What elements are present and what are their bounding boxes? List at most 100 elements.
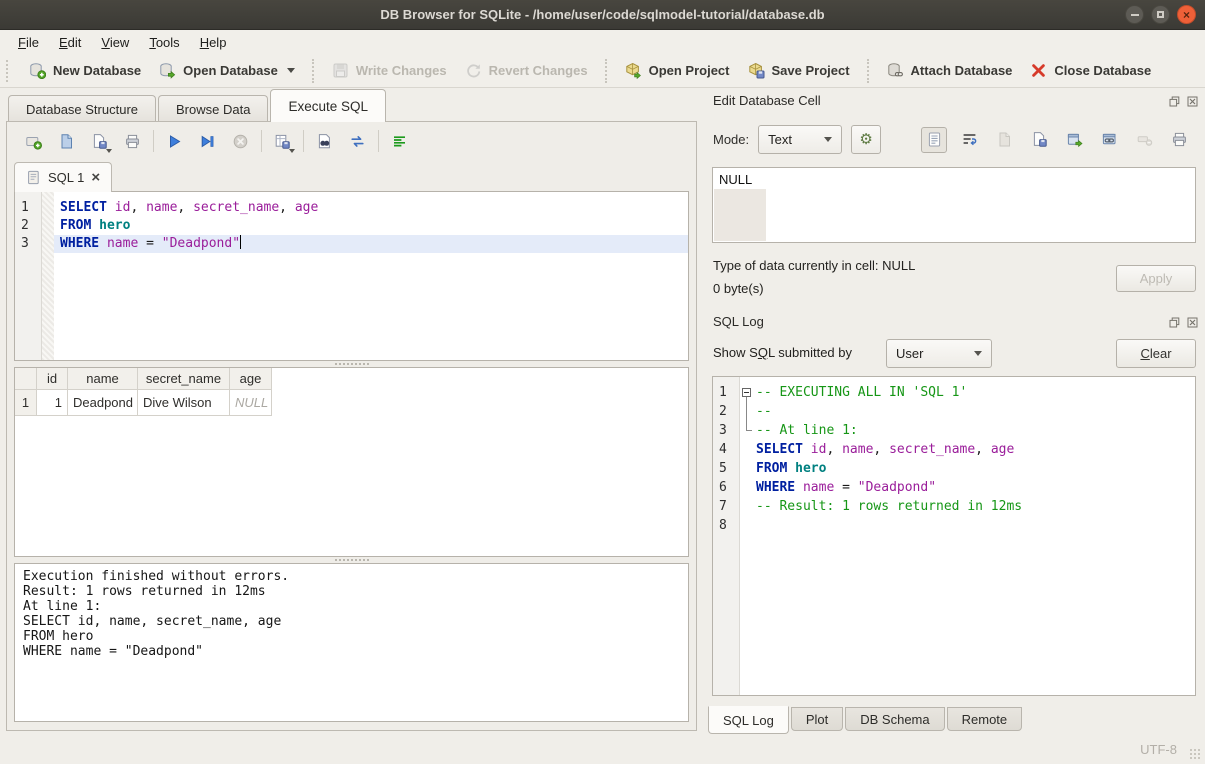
open-database-dropdown-icon[interactable] — [287, 68, 295, 73]
cell-name[interactable]: Deadpond — [68, 390, 138, 416]
dock-tab-plot[interactable]: Plot — [791, 707, 843, 731]
cell-secret-name[interactable]: Dive Wilson — [138, 390, 230, 416]
attach-database-icon — [887, 62, 904, 79]
set-null-button[interactable] — [1131, 127, 1157, 153]
attach-database-button[interactable]: Attach Database — [878, 58, 1022, 83]
text-mode-button[interactable] — [921, 127, 947, 153]
copy-link-button[interactable] — [1096, 127, 1122, 153]
dock-tab-bar: SQL Log Plot DB Schema Remote — [708, 707, 1022, 734]
menu-file[interactable]: File — [8, 32, 49, 53]
clear-log-button[interactable]: Clear — [1116, 339, 1196, 368]
menu-view[interactable]: View — [91, 32, 139, 53]
find-replace-button[interactable] — [344, 128, 370, 154]
import-cell-data-button[interactable] — [991, 127, 1017, 153]
new-database-button[interactable]: New Database — [20, 58, 150, 83]
dock-tab-sql-log[interactable]: SQL Log — [708, 706, 789, 734]
open-in-external-button[interactable] — [1061, 127, 1087, 153]
toolbar-drag-handle[interactable] — [6, 60, 14, 82]
fold-collapse-icon[interactable] — [742, 388, 751, 397]
format-sql-button[interactable] — [386, 128, 412, 154]
word-wrap-button[interactable] — [956, 127, 982, 153]
splitter-handle-icon — [335, 559, 369, 561]
editor-text-area[interactable]: SELECT id, name, secret_name, age FROM h… — [54, 192, 688, 360]
open-sql-file-button[interactable] — [53, 128, 79, 154]
sql-editor[interactable]: 1 2 3 SELECT id, name, secret_name, age … — [14, 191, 689, 361]
encoding-indicator[interactable]: UTF-8 — [1140, 742, 1177, 757]
save-results-button[interactable] — [269, 128, 295, 154]
auto-format-button[interactable]: ⚙ — [851, 125, 881, 154]
gear-icon: ⚙ — [859, 132, 872, 147]
results-corner-header[interactable] — [15, 368, 37, 390]
close-panel-icon — [1187, 317, 1198, 328]
float-panel-button[interactable] — [1168, 95, 1181, 107]
column-header-age[interactable]: age — [230, 368, 272, 390]
row-number-cell[interactable]: 1 — [15, 390, 37, 416]
edit-cell-panel-title: Edit Database Cell — [713, 93, 821, 108]
save-sql-file-button[interactable] — [86, 128, 112, 154]
stop-execution-button[interactable] — [227, 128, 253, 154]
revert-changes-button[interactable]: Revert Changes — [456, 58, 597, 83]
revert-changes-icon — [465, 62, 482, 79]
sql-editor-tab[interactable]: SQL 1 × — [14, 162, 112, 192]
mode-select[interactable]: Text — [758, 125, 842, 154]
open-project-button[interactable]: Open Project — [616, 58, 739, 83]
editor-fold-margin — [42, 192, 54, 360]
new-sql-tab-button[interactable] — [20, 128, 46, 154]
execution-status-box[interactable]: Execution finished without errors. Resul… — [14, 563, 689, 722]
close-tab-icon[interactable]: × — [91, 170, 100, 185]
text-document-icon — [926, 131, 943, 148]
write-changes-button[interactable]: Write Changes — [323, 58, 456, 83]
toolbar-separator — [303, 130, 304, 152]
sql-file-icon — [26, 170, 41, 185]
save-sql-dropdown-icon[interactable] — [106, 149, 112, 153]
find-button[interactable] — [311, 128, 337, 154]
column-header-secret-name[interactable]: secret_name — [138, 368, 230, 390]
cell-editor-area[interactable]: NULL — [712, 167, 1196, 243]
open-database-button[interactable]: Open Database — [150, 58, 304, 83]
tab-execute-sql[interactable]: Execute SQL — [270, 89, 386, 122]
results-header-row: id name secret_name age — [15, 368, 688, 390]
set-null-icon — [1136, 131, 1153, 148]
execute-line-button[interactable] — [194, 128, 220, 154]
minimize-icon — [1131, 14, 1139, 16]
log-line: WHERE name = "Deadpond" — [740, 478, 1195, 497]
close-panel-button[interactable] — [1186, 316, 1199, 328]
print-sql-button[interactable] — [119, 128, 145, 154]
execute-all-button[interactable] — [161, 128, 187, 154]
execute-line-icon — [199, 133, 216, 150]
close-database-button[interactable]: Close Database — [1021, 58, 1160, 83]
log-filter-select[interactable]: User — [886, 339, 992, 368]
cell-id[interactable]: 1 — [37, 390, 68, 416]
save-project-button[interactable]: Save Project — [739, 58, 859, 83]
tab-browse-data[interactable]: Browse Data — [158, 95, 268, 122]
column-header-name[interactable]: name — [68, 368, 138, 390]
export-cell-data-button[interactable] — [1026, 127, 1052, 153]
maximize-button[interactable] — [1151, 5, 1170, 24]
menu-tools[interactable]: Tools — [139, 32, 189, 53]
dock-tab-remote[interactable]: Remote — [947, 707, 1023, 731]
cell-age-null[interactable]: NULL — [230, 390, 272, 416]
close-panel-button[interactable] — [1186, 95, 1199, 107]
float-panel-button[interactable] — [1168, 316, 1181, 328]
text-cursor — [240, 235, 241, 249]
main-tab-bar: Database Structure Browse Data Execute S… — [0, 88, 703, 122]
sql-log-view[interactable]: 1 2 3 4 5 6 7 8 -- EXECUTING ALL IN 'SQL… — [712, 376, 1196, 696]
log-text-area: -- EXECUTING ALL IN 'SQL 1' -- -- At lin… — [740, 377, 1195, 695]
resize-grip-icon[interactable] — [1189, 748, 1202, 761]
log-line: SELECT id, name, secret_name, age — [740, 440, 1195, 459]
menu-edit[interactable]: Edit — [49, 32, 91, 53]
minimize-button[interactable] — [1125, 5, 1144, 24]
column-header-id[interactable]: id — [37, 368, 68, 390]
float-icon — [1169, 96, 1180, 107]
dock-tab-db-schema[interactable]: DB Schema — [845, 707, 944, 731]
table-row: 1 1 Deadpond Dive Wilson NULL — [15, 390, 688, 416]
title-bar[interactable]: DB Browser for SQLite - /home/user/code/… — [0, 0, 1205, 30]
menu-help[interactable]: Help — [190, 32, 237, 53]
tab-database-structure[interactable]: Database Structure — [8, 95, 156, 122]
apply-button[interactable]: Apply — [1116, 265, 1196, 292]
save-results-dropdown-icon[interactable] — [289, 149, 295, 153]
print-cell-button[interactable] — [1166, 127, 1192, 153]
close-window-button[interactable]: × — [1177, 5, 1196, 24]
sql-editor-tab-label: SQL 1 — [48, 170, 84, 185]
window-title: DB Browser for SQLite - /home/user/code/… — [380, 7, 824, 22]
